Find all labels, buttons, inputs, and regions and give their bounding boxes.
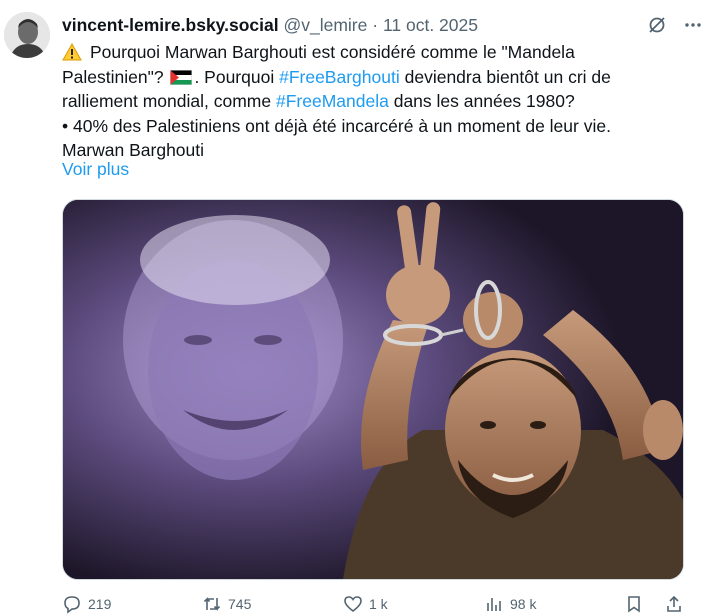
heart-icon [344,596,362,613]
display-name[interactable]: vincent-lemire.bsky.social [62,15,279,35]
handle[interactable]: @v_lemire [283,15,367,35]
tweet-text: Pourquoi Marwan Barghouti est considéré … [62,40,702,163]
tweet-line: • 40% des Palestiniens ont déjà été inca… [62,115,611,136]
repost-icon [203,597,221,611]
tweet-header: vincent-lemire.bsky.social @v_lemire · 1… [62,13,478,37]
warning-icon [62,42,82,61]
header-actions [646,14,704,36]
text-segment: ralliement mondial, comme [62,91,272,111]
show-more-link[interactable]: Voir plus [62,159,129,180]
more-icon[interactable] [682,14,704,36]
reply-button[interactable]: 219 [62,594,111,614]
timestamp[interactable]: 11 oct. 2025 [383,15,478,35]
separator-dot: · [372,15,379,35]
like-button[interactable]: 1 k [343,594,388,614]
tweet-line: Pourquoi Marwan Barghouti est considéré … [62,40,702,65]
share-icon [667,595,681,612]
reply-icon [64,596,80,614]
hashtag-link[interactable]: #FreeBarghouti [279,67,400,87]
views-button[interactable]: 98 k [484,594,536,614]
hashtag-link[interactable]: #FreeMandela [276,91,389,111]
text-segment: Pourquoi Marwan Barghouti est considéré … [90,42,575,62]
grok-icon[interactable] [646,14,668,36]
tweet-line: Marwan Barghouti [62,140,205,160]
avatar[interactable] [4,12,50,58]
palestine-flag-icon [170,67,193,85]
repost-button[interactable]: 745 [202,594,251,614]
bookmark-button[interactable] [624,594,644,614]
text-segment: deviendra bientôt un cri de [404,66,611,87]
views-icon [487,598,501,611]
text-segment: Palestinien"? [62,66,164,87]
tweet-line: Palestinien"? . Pourquoi #FreeBarghouti … [62,65,702,90]
share-button[interactable] [664,594,684,614]
text-segment: dans les années 1980? [393,91,575,111]
tweet[interactable]: vincent-lemire.bsky.social @v_lemire · 1… [0,0,718,614]
text-segment: . Pourquoi [194,66,275,87]
tweet-line: ralliement mondial, comme #FreeMandela d… [62,89,702,114]
action-bar: 219 745 1 k 98 k [62,594,682,614]
bookmark-icon [628,596,640,613]
tweet-image[interactable] [62,199,684,580]
